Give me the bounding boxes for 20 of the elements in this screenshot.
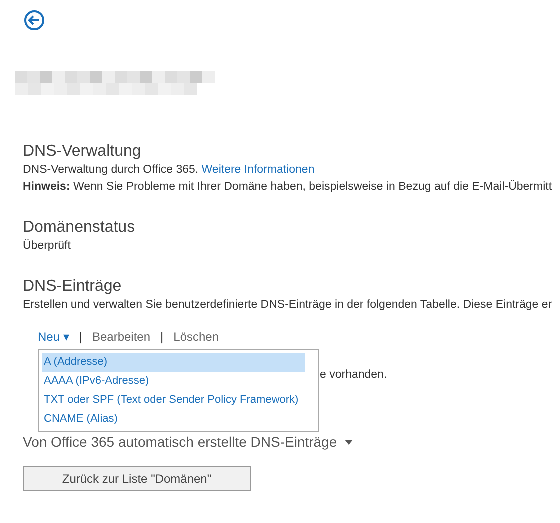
- note-text: Hinweis: Wenn Sie Probleme mit Ihrer Domäne haben, beispielsweise in Bezug auf die E-Mail-Übermitt: [23, 179, 554, 195]
- section-heading: Domänenstatus: [23, 218, 136, 238]
- back-button[interactable]: [24, 10, 45, 31]
- new-dropdown-button[interactable]: Neu ▾: [38, 330, 70, 344]
- menu-item[interactable]: AAAA (IPv6-Adresse): [42, 372, 305, 391]
- section-text: Überprüft: [23, 238, 72, 254]
- back-to-list-button[interactable]: Zurück zur Liste "Domänen": [23, 466, 251, 491]
- menu-item[interactable]: CNAME (Alias): [42, 410, 305, 429]
- menu-item[interactable]: TXT oder SPF (Text oder Sender Policy Framework): [42, 391, 305, 410]
- auto-records-toggle[interactable]: Von Office 365 automatisch erstellte DNS-Einträge: [23, 434, 354, 450]
- menu-item[interactable]: A (Addresse): [42, 353, 305, 372]
- separator: |: [79, 330, 82, 344]
- section-text: Erstellen und verwalten Sie benutzerdefinierte DNS-Einträge in der folgenden Tabelle. Diese Einträge er: [23, 298, 554, 313]
- more-info-link[interactable]: Weitere Informationen: [202, 164, 315, 176]
- section-heading: DNS-Verwaltung: [23, 142, 142, 162]
- empty-table-text: e vorhanden.: [320, 369, 388, 381]
- separator: |: [160, 330, 164, 344]
- section-text: DNS-Verwaltung durch Office 365. Weitere Informationen: [23, 163, 316, 178]
- caret-icon: [345, 440, 354, 444]
- section-heading: DNS-Einträge: [23, 277, 123, 297]
